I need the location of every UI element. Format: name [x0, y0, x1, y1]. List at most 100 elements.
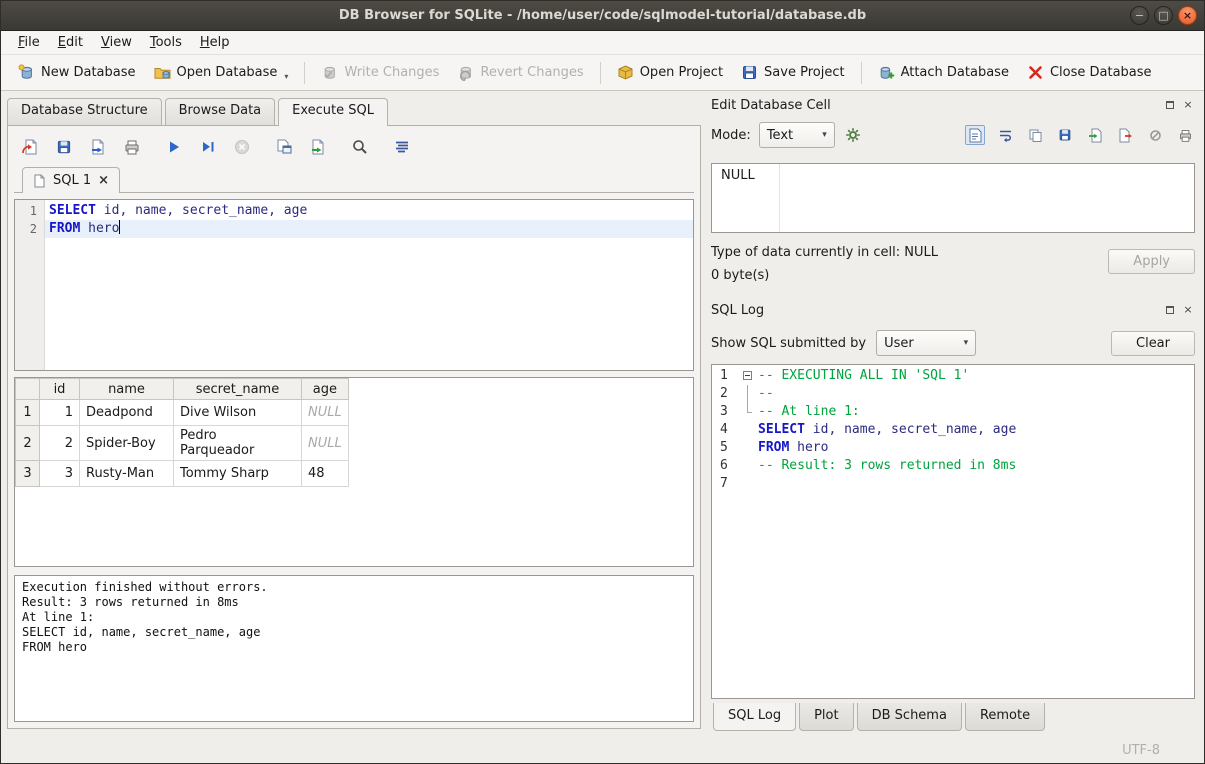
- cell-editor[interactable]: NULL: [711, 163, 1195, 233]
- open-database-button[interactable]: Open Database ▾: [145, 59, 298, 86]
- write-changes-button: Write Changes: [312, 59, 448, 86]
- cell-id[interactable]: 2: [40, 426, 80, 461]
- new-database-icon: [18, 64, 35, 81]
- column-header-name[interactable]: name: [80, 379, 174, 400]
- cell-id[interactable]: 3: [40, 461, 80, 487]
- float-dock-button[interactable]: [1163, 98, 1177, 112]
- tab-database-structure[interactable]: Database Structure: [7, 98, 162, 125]
- tab-browse-data[interactable]: Browse Data: [165, 98, 276, 125]
- gear-icon: [845, 127, 861, 143]
- tab-execute-sql[interactable]: Execute SQL: [278, 98, 388, 126]
- text-cursor: [119, 220, 120, 234]
- open-in-tab-button[interactable]: [306, 135, 330, 159]
- cell-name[interactable]: Rusty-Man: [80, 461, 174, 487]
- fold-collapse-icon[interactable]: [743, 371, 752, 380]
- save-project-button[interactable]: Save Project: [732, 59, 854, 86]
- log-line: -- At line 1:: [758, 403, 1194, 421]
- menu-help[interactable]: Help: [191, 32, 239, 53]
- cell-age[interactable]: 48: [302, 461, 349, 487]
- close-dock-button[interactable]: ×: [1181, 303, 1195, 317]
- save-cell-button[interactable]: [1055, 125, 1075, 145]
- text-view-button[interactable]: [965, 125, 985, 145]
- minimize-button[interactable]: −: [1130, 6, 1149, 25]
- new-tab-button[interactable]: [272, 135, 296, 159]
- mode-combobox[interactable]: Text ▾: [759, 122, 835, 148]
- sql-log-header: SQL Log ×: [711, 299, 1195, 321]
- close-database-icon: [1027, 64, 1044, 81]
- attach-database-button[interactable]: Attach Database: [869, 59, 1018, 86]
- mode-settings-button[interactable]: [843, 125, 863, 145]
- cell-secret-name[interactable]: Dive Wilson: [174, 400, 302, 426]
- stop-button: [230, 135, 254, 159]
- new-database-button[interactable]: New Database: [9, 59, 145, 86]
- tab-remote[interactable]: Remote: [965, 703, 1045, 731]
- tab-plot[interactable]: Plot: [799, 703, 854, 731]
- float-icon: [1166, 101, 1174, 109]
- open-sql-file-button[interactable]: [18, 135, 42, 159]
- sql-log-view[interactable]: 1 2 3 4 5 6 7 --: [711, 364, 1195, 699]
- clear-log-button[interactable]: Clear: [1111, 331, 1195, 356]
- cell-secret-name[interactable]: Tommy Sharp: [174, 461, 302, 487]
- export-sql-button[interactable]: [86, 135, 110, 159]
- cell-age[interactable]: NULL: [302, 426, 349, 461]
- row-header[interactable]: 3: [16, 461, 40, 487]
- cell-name[interactable]: Deadpond: [80, 400, 174, 426]
- execute-line-button[interactable]: [196, 135, 220, 159]
- print-sql-button[interactable]: [120, 135, 144, 159]
- open-project-button[interactable]: Open Project: [608, 59, 732, 86]
- tab-db-schema[interactable]: DB Schema: [857, 703, 962, 731]
- toolbar-separator: [861, 62, 862, 84]
- import-cell-button[interactable]: [1085, 125, 1105, 145]
- column-header-age[interactable]: age: [302, 379, 349, 400]
- row-header[interactable]: 2: [16, 426, 40, 461]
- titlebar[interactable]: DB Browser for SQLite - /home/user/code/…: [1, 1, 1204, 31]
- log-line-numbers: 1 2 3 4 5 6 7: [712, 365, 740, 698]
- column-header-secret-name[interactable]: secret_name: [174, 379, 302, 400]
- execute-all-button[interactable]: [162, 135, 186, 159]
- sql-tab[interactable]: SQL 1 ×: [22, 167, 120, 193]
- editor-line-numbers: 1 2: [15, 200, 45, 370]
- word-wrap-button[interactable]: [995, 125, 1015, 145]
- column-header-id[interactable]: id: [40, 379, 80, 400]
- float-dock-button[interactable]: [1163, 303, 1177, 317]
- sql-tab-close-icon[interactable]: ×: [98, 173, 109, 188]
- menu-edit[interactable]: Edit: [49, 32, 92, 53]
- save-icon: [1058, 128, 1072, 142]
- copy-cell-button[interactable]: [1025, 125, 1045, 145]
- sql-log-title: SQL Log: [711, 303, 1159, 318]
- cell-content: NULL: [712, 164, 780, 232]
- log-filter-combobox[interactable]: User ▾: [876, 330, 976, 356]
- window-title: DB Browser for SQLite - /home/user/code/…: [1, 8, 1204, 23]
- import-icon: [1088, 128, 1103, 143]
- menu-file[interactable]: File: [9, 32, 49, 53]
- revert-changes-button: Revert Changes: [448, 59, 592, 86]
- log-line: -- Result: 3 rows returned in 8ms: [758, 457, 1194, 475]
- statusbar: UTF-8: [1, 737, 1204, 763]
- maximize-button[interactable]: □: [1154, 6, 1173, 25]
- editor-code[interactable]: SELECT id, name, secret_name, age FROM h…: [45, 200, 693, 370]
- close-dock-icon: ×: [1183, 304, 1192, 316]
- row-header[interactable]: 1: [16, 400, 40, 426]
- open-database-dropdown-icon[interactable]: ▾: [284, 72, 288, 81]
- find-replace-button[interactable]: [348, 135, 372, 159]
- tab-sql-log[interactable]: SQL Log: [713, 703, 796, 731]
- export-cell-button[interactable]: [1115, 125, 1135, 145]
- menu-view[interactable]: View: [92, 32, 141, 53]
- cell-id[interactable]: 1: [40, 400, 80, 426]
- float-icon: [1166, 306, 1174, 314]
- export-sql-icon: [89, 138, 107, 156]
- menu-tools[interactable]: Tools: [141, 32, 191, 53]
- print-cell-button[interactable]: [1175, 125, 1195, 145]
- cell-name[interactable]: Spider-Boy: [80, 426, 174, 461]
- log-line: SELECT id, name, secret_name, age: [758, 421, 1194, 439]
- menubar: File Edit View Tools Help: [1, 31, 1204, 55]
- format-sql-button[interactable]: [390, 135, 414, 159]
- close-button[interactable]: ×: [1178, 6, 1197, 25]
- sql-editor[interactable]: 1 2 SELECT id, name, secret_name, age FR…: [14, 199, 694, 371]
- set-null-button[interactable]: [1145, 125, 1165, 145]
- close-database-button[interactable]: Close Database: [1018, 59, 1161, 86]
- cell-age[interactable]: NULL: [302, 400, 349, 426]
- cell-secret-name[interactable]: Pedro Parqueador: [174, 426, 302, 461]
- close-dock-button[interactable]: ×: [1181, 98, 1195, 112]
- save-sql-file-button[interactable]: [52, 135, 76, 159]
